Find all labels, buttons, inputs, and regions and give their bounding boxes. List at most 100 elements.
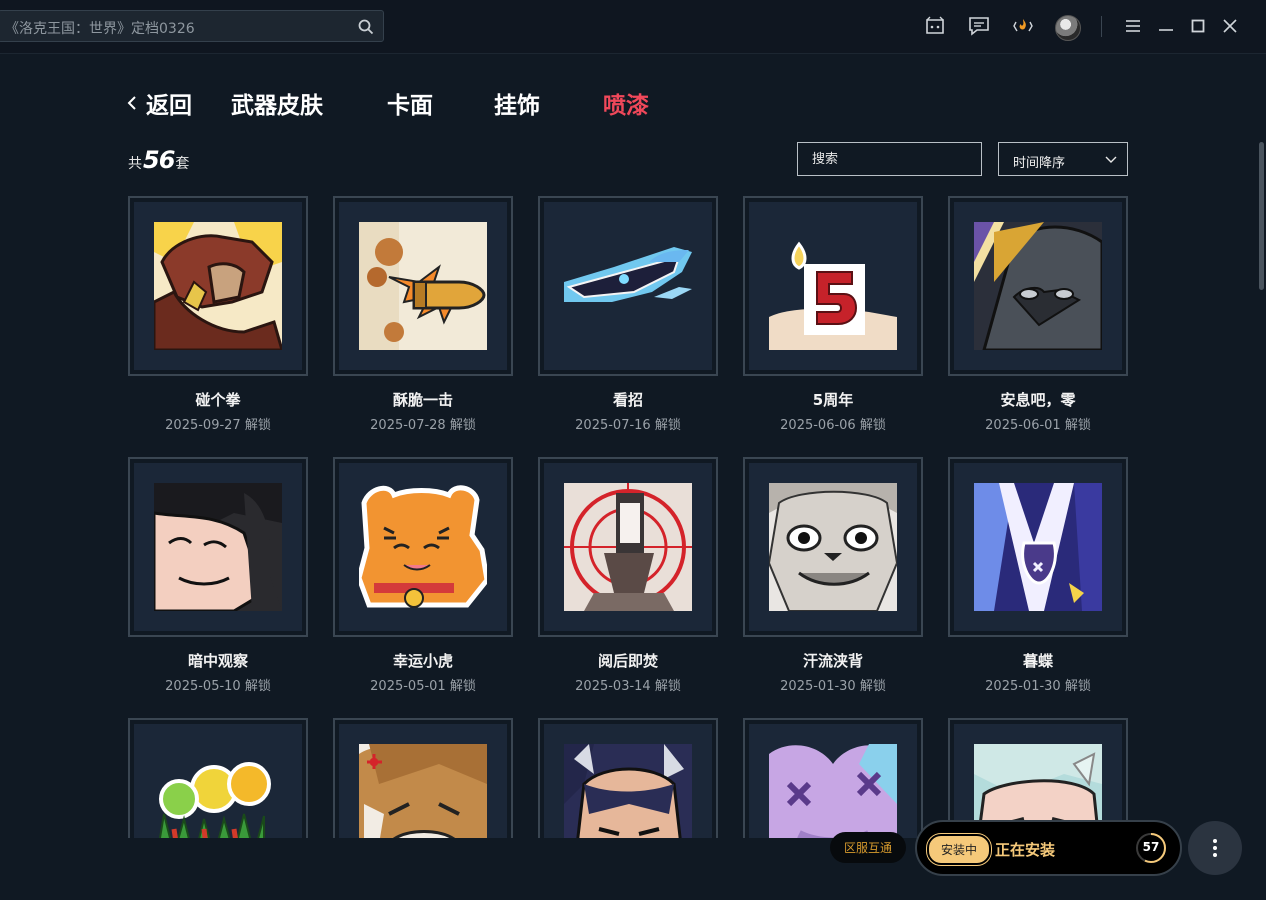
- spray-card[interactable]: [128, 718, 308, 838]
- spray-frame[interactable]: [333, 718, 513, 838]
- scrollbar[interactable]: [1259, 142, 1264, 290]
- spray-frame[interactable]: [128, 457, 308, 637]
- candle-five-art: [769, 222, 897, 350]
- spray-frame[interactable]: [948, 457, 1128, 637]
- count-suffix: 套: [175, 156, 190, 172]
- spray-name: 看招: [612, 391, 643, 409]
- spray-frame[interactable]: [333, 196, 513, 376]
- top-search-placeholder: 《洛克王国：世界》定档0326: [5, 21, 195, 37]
- spray-card[interactable]: 看招 2025-07-16 解锁: [538, 196, 718, 433]
- spray-name: 安息吧，零: [1000, 391, 1076, 409]
- count-number: 56: [143, 146, 175, 174]
- spray-card[interactable]: 碰个拳 2025-09-27 解锁: [128, 196, 308, 433]
- more-button[interactable]: [1188, 821, 1242, 875]
- spray-card[interactable]: [743, 718, 923, 838]
- spray-frame[interactable]: [948, 196, 1128, 376]
- spray-frame[interactable]: [743, 718, 923, 838]
- spray-search-field[interactable]: [797, 142, 982, 176]
- spray-date: 2025-06-06 解锁: [780, 418, 886, 433]
- back-button[interactable]: 返回: [126, 86, 192, 120]
- item-count: 共 56 套: [128, 146, 189, 174]
- spray-card[interactable]: [538, 718, 718, 838]
- more-vertical-icon: [1213, 839, 1217, 857]
- spray-frame[interactable]: [538, 457, 718, 637]
- tab-weapon-skins[interactable]: 武器皮肤: [231, 86, 323, 120]
- spray-search-input[interactable]: [798, 143, 972, 175]
- gamepad-box-icon[interactable]: [924, 15, 946, 37]
- blade-art: [564, 222, 692, 350]
- fist-bump-art: [154, 222, 282, 350]
- count-prefix: 共: [128, 156, 142, 172]
- spray-frame[interactable]: [538, 196, 718, 376]
- toolbar-divider: [1101, 16, 1102, 37]
- fruit-pile-art: [154, 744, 282, 838]
- spray-date: 2025-05-01 解锁: [370, 679, 476, 694]
- spray-card[interactable]: 酥脆一击 2025-07-28 解锁: [333, 196, 513, 433]
- avatar[interactable]: [1055, 15, 1081, 41]
- target-tower-art: [564, 483, 692, 611]
- install-progress-value: 57: [1142, 840, 1160, 854]
- purple-heart-art: [769, 744, 897, 838]
- spray-date: 2025-01-30 解锁: [780, 679, 886, 694]
- spray-frame[interactable]: [743, 457, 923, 637]
- close-icon[interactable]: [1219, 15, 1241, 37]
- spray-card[interactable]: 幸运小虎 2025-05-01 解锁: [333, 457, 513, 694]
- spray-frame[interactable]: [538, 718, 718, 838]
- spray-date: 2025-07-28 解锁: [370, 418, 476, 433]
- tab-charms[interactable]: 挂饰: [494, 86, 540, 120]
- butterfly-art: [974, 483, 1102, 611]
- spray-name: 暗中观察: [187, 652, 248, 670]
- spray-card[interactable]: 安息吧，零 2025-06-01 解锁: [948, 196, 1128, 433]
- spray-date: 2025-09-27 解锁: [165, 418, 271, 433]
- search-icon[interactable]: [358, 19, 374, 35]
- spray-card[interactable]: [333, 718, 513, 838]
- angry-cat-art: [359, 744, 487, 838]
- tab-cards[interactable]: 卡面: [387, 86, 433, 120]
- spray-card[interactable]: 5周年 2025-06-06 解锁: [743, 196, 923, 433]
- spray-date: 2025-07-16 解锁: [575, 418, 681, 433]
- sweating-seal-art: [769, 483, 897, 611]
- back-label: 返回: [146, 93, 192, 119]
- spray-card[interactable]: 暗中观察 2025-05-10 解锁: [128, 457, 308, 694]
- flame-icon[interactable]: [1012, 15, 1034, 37]
- spray-name: 幸运小虎: [392, 652, 453, 670]
- spray-name: 碰个拳: [195, 391, 241, 409]
- spray-date: 2025-05-10 解锁: [165, 679, 271, 694]
- spray-name: 暮蝶: [1022, 652, 1053, 670]
- sort-label: 时间降序: [1013, 156, 1066, 171]
- spray-card[interactable]: 汗流浃背 2025-01-30 解锁: [743, 457, 923, 694]
- menu-icon[interactable]: [1122, 15, 1144, 37]
- spray-date: 2025-06-01 解锁: [985, 418, 1091, 433]
- install-status-text: 正在安装: [995, 841, 1056, 859]
- spray-name: 阅后即焚: [597, 652, 658, 670]
- spray-frame[interactable]: [333, 457, 513, 637]
- sort-dropdown[interactable]: 时间降序: [998, 142, 1128, 176]
- horned-girl-art: [564, 744, 692, 838]
- peeking-face-art: [154, 483, 282, 611]
- tab-sprays[interactable]: 喷漆: [603, 86, 649, 120]
- top-search-input[interactable]: 《洛克王国：世界》定档0326: [0, 10, 384, 42]
- spray-frame[interactable]: [743, 196, 923, 376]
- spray-date: 2025-01-30 解锁: [985, 679, 1091, 694]
- spray-card[interactable]: 暮蝶 2025-01-30 解锁: [948, 457, 1128, 694]
- spray-frame[interactable]: [128, 196, 308, 376]
- title-bar: 《洛克王国：世界》定档0326: [0, 0, 1266, 54]
- minimize-icon[interactable]: [1155, 15, 1177, 37]
- maximize-icon[interactable]: [1187, 15, 1209, 37]
- spray-grid: 碰个拳 2025-09-27 解锁 酥脆一击 2025-07-28 解锁 看招 …: [128, 196, 1128, 838]
- chevron-left-icon: [127, 96, 136, 110]
- chevron-down-icon: [1105, 156, 1117, 163]
- spray-name: 汗流浃背: [802, 652, 863, 670]
- install-status-panel[interactable]: 安装中 正在安装 57: [915, 820, 1182, 876]
- spray-card[interactable]: 阅后即焚 2025-03-14 解锁: [538, 457, 718, 694]
- spray-date: 2025-03-14 解锁: [575, 679, 681, 694]
- installing-badge: 安装中: [927, 834, 991, 865]
- bullet-art: [359, 222, 487, 350]
- hooded-face-art: [974, 222, 1102, 350]
- spray-name: 5周年: [812, 391, 854, 409]
- spray-frame[interactable]: [128, 718, 308, 838]
- message-icon[interactable]: [968, 15, 990, 37]
- spray-name: 酥脆一击: [392, 391, 453, 409]
- region-interop-badge[interactable]: 区服互通: [830, 832, 906, 863]
- lucky-tiger-art: [359, 483, 487, 611]
